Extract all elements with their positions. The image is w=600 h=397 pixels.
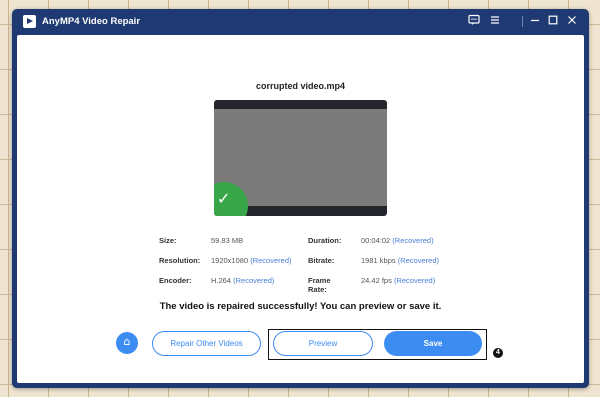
video-preview: ✓ <box>214 100 387 216</box>
app-logo-icon <box>23 15 36 28</box>
size-label: Size: <box>159 236 177 245</box>
step-number-badge: 4 <box>492 347 504 359</box>
maximize-icon[interactable] <box>546 14 560 28</box>
recovered-tag: (Recovered) <box>250 256 292 265</box>
titlebar-divider <box>522 16 523 27</box>
recovered-tag: (Recovered) <box>233 276 275 285</box>
encoder-value: H.264 <box>211 276 232 285</box>
recovered-tag: (Recovered) <box>393 276 436 285</box>
minimize-icon[interactable] <box>528 14 542 28</box>
encoder-label: Encoder: <box>159 276 192 285</box>
size-value: 59.83 MB <box>211 236 244 245</box>
duration-value: 00:04:02 <box>361 236 391 245</box>
tutorial-highlight-box <box>268 329 487 360</box>
framerate-value: 24.42 fps <box>361 276 392 285</box>
bitrate-value: 1981 kbps <box>361 256 396 265</box>
feedback-icon[interactable] <box>467 14 481 28</box>
home-button[interactable]: ⌂ <box>116 332 138 354</box>
app-window: AnyMP4 Video Repair corrupted video.mp4 … <box>12 9 589 388</box>
video-file-name: corrupted video.mp4 <box>255 81 345 91</box>
resolution-value: 1920x1080 <box>211 256 249 265</box>
close-icon[interactable] <box>565 14 579 28</box>
recovered-tag: (Recovered) <box>397 256 439 265</box>
duration-label: Duration: <box>308 236 342 245</box>
framerate-label: Frame Rate: <box>308 276 331 294</box>
recovered-tag: (Recovered) <box>392 236 434 245</box>
success-message: The video is repaired successfully! You … <box>159 301 442 312</box>
app-title: AnyMP4 Video Repair <box>42 16 141 27</box>
title-bar: AnyMP4 Video Repair <box>12 9 589 35</box>
repair-other-videos-button[interactable]: Repair Other Videos <box>152 331 261 356</box>
home-icon: ⌂ <box>123 335 131 348</box>
main-panel: corrupted video.mp4 ✓ Size: 59.83 MB Res… <box>17 35 584 383</box>
bitrate-label: Bitrate: <box>308 256 335 265</box>
menu-icon[interactable] <box>488 14 502 28</box>
resolution-label: Resolution: <box>159 256 201 265</box>
